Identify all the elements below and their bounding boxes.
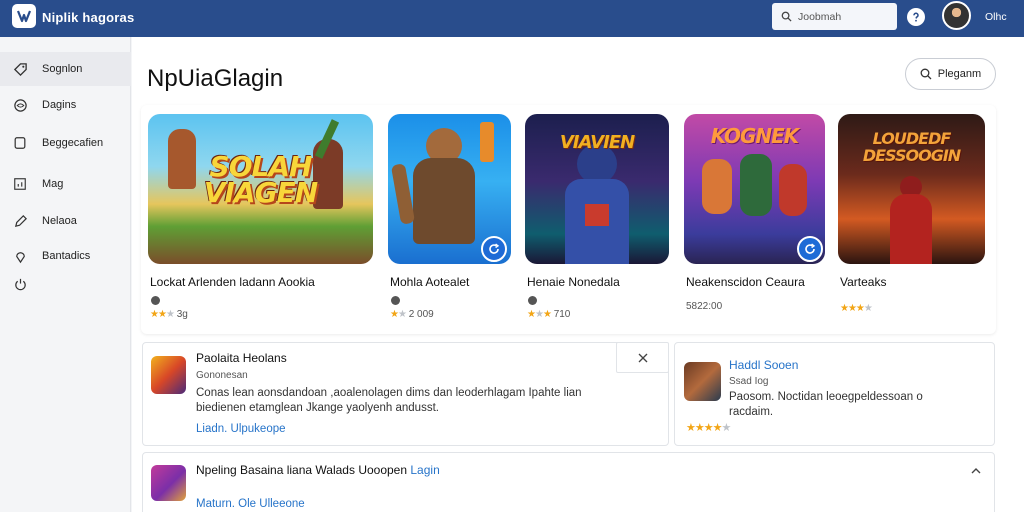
game-name[interactable]: Henaie Nonedala bbox=[527, 275, 620, 289]
sidebar-item-beggecafien[interactable]: Beggecafien bbox=[0, 126, 131, 160]
bottom-card-name-link[interactable]: Lagin bbox=[410, 463, 439, 477]
side-card-sub: Ssad Iog bbox=[729, 376, 769, 387]
refresh-icon[interactable] bbox=[481, 236, 507, 262]
close-icon bbox=[638, 353, 647, 362]
featured-sub: Gononesan bbox=[196, 370, 248, 381]
rating-stars: ★★★★★ bbox=[686, 422, 731, 434]
game-card[interactable]: KOGNEK bbox=[684, 114, 825, 264]
game-art[interactable]: VIAVIEN bbox=[525, 114, 669, 264]
game-art-title: LOUDEDF DESSOOGIN bbox=[862, 129, 961, 165]
featured-desc-line2: biedienen etamglean Jkange yaolyenh andu… bbox=[196, 402, 439, 414]
game-name[interactable]: Lockat Arlenden ladann Aookia bbox=[150, 275, 315, 289]
program-button-label: Pleganm bbox=[937, 68, 982, 80]
square-icon bbox=[12, 135, 28, 151]
game-art[interactable]: KOGNEK bbox=[684, 114, 825, 264]
platform-icon bbox=[151, 296, 160, 305]
game-card[interactable] bbox=[388, 114, 511, 264]
platform-icon bbox=[391, 296, 400, 305]
chart-icon bbox=[12, 176, 28, 192]
side-card-name[interactable]: Haddl Sooen bbox=[729, 358, 798, 372]
game-meta-text: 5822:00 bbox=[686, 301, 723, 312]
avatar[interactable] bbox=[942, 1, 971, 30]
game-name[interactable]: Mohla Aotealet bbox=[390, 275, 469, 289]
sidebar-item-label: Bantadics bbox=[42, 250, 91, 262]
sidebar-item-mag[interactable]: Mag bbox=[0, 167, 131, 201]
sidebar-item-label: Dagins bbox=[42, 99, 77, 111]
sidebar-item-label: Sognlon bbox=[42, 63, 83, 75]
game-name[interactable]: Neakenscidon Ceaura bbox=[686, 275, 805, 289]
side-card-thumbnail[interactable] bbox=[684, 362, 721, 401]
game-meta-text: 710 bbox=[553, 309, 571, 320]
help-icon[interactable] bbox=[907, 8, 925, 26]
rating-stars: ★★★ bbox=[150, 309, 175, 320]
game-art[interactable]: LOUDEDF DESSOOGIN bbox=[838, 114, 985, 264]
pen-icon bbox=[12, 213, 28, 229]
side-card-rating: ★★★★★ bbox=[686, 421, 731, 434]
location-icon bbox=[12, 248, 28, 264]
app-logo-icon[interactable] bbox=[12, 4, 36, 28]
sidebar-item-sognlon[interactable]: Sognlon bbox=[0, 52, 131, 86]
app-brand: Niplik hagoras bbox=[42, 10, 135, 25]
sidebar: Sognlon Dagins Beggecafien Mag Nelaoa Ba… bbox=[0, 37, 131, 512]
game-card[interactable]: SOLAH VIAGEN bbox=[148, 114, 373, 264]
game-meta: 5822:00 bbox=[686, 301, 722, 312]
game-art-title: VIAVIEN bbox=[559, 132, 635, 153]
game-art-title: SOLAH VIAGEN bbox=[203, 150, 318, 209]
game-name[interactable]: Varteaks bbox=[840, 275, 886, 289]
game-art[interactable]: SOLAH VIAGEN bbox=[148, 114, 373, 264]
search-text: Joobmah bbox=[798, 10, 842, 23]
game-meta-text: 3g bbox=[176, 309, 188, 320]
rating-stars: ★★ bbox=[390, 309, 407, 320]
sidebar-item-label: Beggecafien bbox=[42, 137, 104, 149]
eye-icon bbox=[12, 97, 28, 113]
bottom-card-title[interactable]: Npeling Basaina liana Walads Uooopen Lag… bbox=[196, 463, 440, 477]
game-card[interactable]: LOUDEDF DESSOOGIN bbox=[838, 114, 985, 264]
search-icon bbox=[920, 68, 932, 80]
game-art[interactable] bbox=[388, 114, 511, 264]
search-icon bbox=[781, 11, 792, 22]
game-card[interactable]: VIAVIEN bbox=[525, 114, 669, 264]
game-meta: ★★★ 3g bbox=[150, 309, 188, 320]
page-title: NpUiaGlagin bbox=[147, 65, 284, 92]
side-card-desc-line1: Paosom. Noctidan leoegpeldessoan o bbox=[729, 391, 923, 403]
featured-link[interactable]: Liadn. Ulpukeope bbox=[196, 423, 286, 435]
sidebar-item-label: Mag bbox=[42, 178, 64, 190]
bottom-card-thumbnail[interactable] bbox=[151, 465, 186, 501]
featured-desc-line1: Conas lean aonsdandoan ,aoalenolagen dim… bbox=[196, 387, 582, 399]
sidebar-item-dagins[interactable]: Dagins bbox=[0, 88, 131, 122]
game-meta: ★★★★ bbox=[840, 303, 873, 314]
platform-icon bbox=[528, 296, 537, 305]
side-card-desc-line2: racdaim. bbox=[729, 406, 774, 418]
search-box[interactable]: Joobmah bbox=[772, 3, 897, 30]
game-art-title: KOGNEK bbox=[710, 124, 800, 148]
chevron-up-icon[interactable] bbox=[970, 463, 984, 475]
tag-icon bbox=[12, 61, 28, 77]
rating-stars: ★★★ bbox=[527, 309, 552, 320]
game-meta-text: 2 009 bbox=[408, 309, 434, 320]
sidebar-item-nelaoa[interactable]: Nelaoa bbox=[0, 204, 131, 238]
power-icon bbox=[12, 276, 28, 292]
featured-thumbnail[interactable] bbox=[151, 356, 186, 394]
refresh-icon[interactable] bbox=[797, 236, 823, 262]
program-button[interactable]: Pleganm bbox=[905, 58, 996, 90]
close-button[interactable] bbox=[616, 342, 669, 373]
sidebar-item-power[interactable] bbox=[0, 267, 131, 301]
sidebar-item-label: Nelaoa bbox=[42, 215, 77, 227]
game-meta: ★★★ 710 bbox=[527, 309, 570, 320]
top-bar: Niplik hagoras Joobmah Olhc bbox=[0, 0, 1024, 37]
game-meta: ★★ 2 009 bbox=[390, 309, 434, 320]
bottom-card-name: Npeling Basaina liana Walads Uooopen bbox=[196, 463, 408, 477]
rating-stars: ★★★★ bbox=[840, 303, 873, 314]
featured-name[interactable]: Paolaita Heolans bbox=[196, 351, 287, 365]
bottom-card-link[interactable]: Maturn. Ole Ulleeone bbox=[196, 498, 305, 510]
user-name[interactable]: Olhc bbox=[985, 11, 1007, 23]
